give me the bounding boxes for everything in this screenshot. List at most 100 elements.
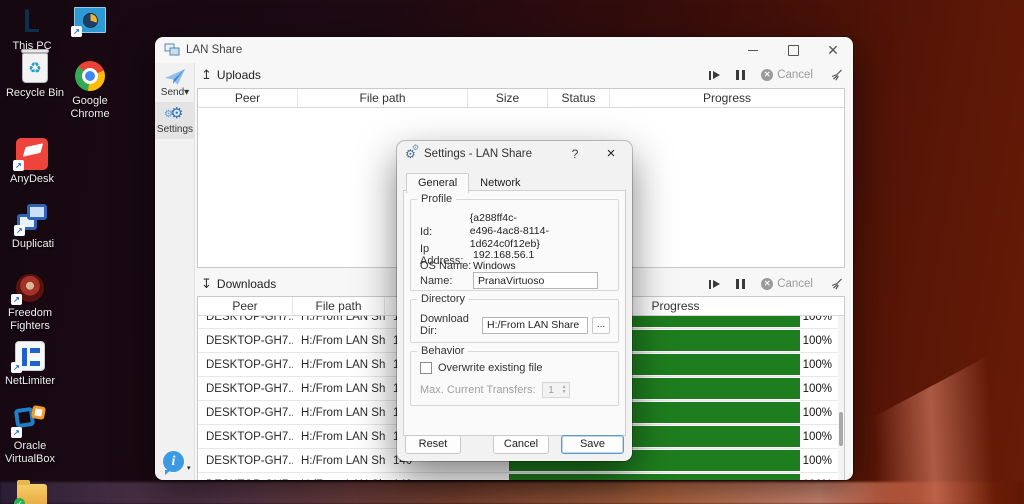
directory-groupbox: Directory Download Dir: ...: [410, 299, 619, 343]
downloads-pause-button[interactable]: [736, 279, 745, 289]
uploads-resume-button[interactable]: [709, 71, 720, 80]
progress-label: 100%: [803, 425, 832, 448]
profile-groupbox: Profile Id: {a288ff4c- e496-4ac8-8114-1d…: [410, 199, 619, 291]
upload-icon: ↥: [201, 69, 212, 81]
desktop-icon-anydesk[interactable]: ↗ AnyDesk: [0, 138, 68, 186]
desktop-icon-label: Oracle VirtualBox: [0, 440, 66, 466]
tab-general[interactable]: General: [406, 173, 469, 193]
cell-peer: DESKTOP-GH7...: [198, 316, 293, 328]
download-dir-label: Download Dir:: [420, 313, 482, 337]
progress-label: 100%: [803, 473, 832, 480]
anydesk-icon: ↗: [15, 138, 49, 170]
downloads-scrollbar[interactable]: [838, 316, 844, 480]
chrome-icon: [73, 60, 107, 92]
desktop-icon-google-chrome[interactable]: Google Chrome: [54, 60, 126, 121]
desktop-icon-label: Google Chrome: [54, 95, 126, 121]
desktop-icon-folder[interactable]: ✓: [0, 479, 68, 504]
download-dir-input[interactable]: [482, 317, 588, 334]
duplicati-icon: ↗: [16, 203, 50, 235]
dialog-title: Settings - LAN Share: [424, 148, 532, 160]
overwrite-checkbox[interactable]: [420, 362, 432, 374]
column-header-size[interactable]: Size: [468, 89, 548, 107]
behavior-legend: Behavior: [417, 345, 468, 357]
max-transfers-label: Max. Current Transfers:: [420, 384, 536, 396]
shortcut-arrow-icon: ↗: [14, 225, 25, 236]
sidebar-item-settings[interactable]: ⚙⚙ Settings: [155, 102, 195, 139]
info-caret-icon[interactable]: ▾: [187, 464, 191, 472]
progress-label: 100%: [803, 401, 832, 424]
directory-legend: Directory: [417, 293, 469, 305]
cell-peer: DESKTOP-GH7...: [198, 449, 293, 472]
progress-label: 100%: [803, 353, 832, 376]
desktop-icon-duplicati[interactable]: ↗ Duplicati: [0, 203, 69, 251]
column-header-file-path[interactable]: File path: [293, 297, 385, 315]
overwrite-label: Overwrite existing file: [438, 362, 543, 374]
spinner-arrows-icon[interactable]: ▲▼: [560, 383, 569, 397]
cancel-button[interactable]: Cancel: [493, 435, 549, 454]
sidebar-item-send[interactable]: Send▾: [155, 63, 195, 102]
os-name-label: OS Name:: [420, 260, 473, 272]
tab-network[interactable]: Network: [469, 174, 531, 192]
dialog-titlebar[interactable]: ⚙⚙ Settings - LAN Share: [397, 141, 632, 167]
cell-file-path: H:/From LAN Share...: [293, 329, 385, 352]
name-input[interactable]: [473, 272, 598, 289]
cell-peer: DESKTOP-GH7...: [198, 473, 293, 480]
window-title: LAN Share: [186, 44, 242, 56]
info-button[interactable]: i: [163, 451, 184, 472]
os-name-value: Windows: [473, 260, 516, 272]
column-header-peer[interactable]: Peer: [198, 297, 293, 315]
table-row[interactable]: DESKTOP-GH7...H:/From LAN Share...140100…: [198, 473, 838, 480]
uploads-cancel-button[interactable]: ✕ Cancel: [761, 69, 813, 81]
close-button[interactable]: ✕: [813, 37, 853, 63]
browse-button[interactable]: ...: [592, 317, 610, 334]
progress-label: 100%: [803, 329, 832, 352]
general-tab-panel: Profile Id: {a288ff4c- e496-4ac8-8114-1d…: [403, 190, 626, 436]
downloads-clear-broom-icon[interactable]: [829, 278, 843, 291]
save-button[interactable]: Save: [561, 435, 624, 454]
maximize-button[interactable]: [773, 37, 813, 63]
max-transfers-spinner[interactable]: 1 ▲▼: [542, 382, 570, 398]
shortcut-arrow-icon: ↗: [11, 427, 22, 438]
virtualbox-icon: ↗: [13, 405, 47, 437]
settings-label: Settings: [157, 124, 193, 135]
cell-peer: DESKTOP-GH7...: [198, 377, 293, 400]
cell-file-path: H:/From LAN Share...: [293, 377, 385, 400]
uploads-table-header: PeerFile pathSizeStatusProgress: [198, 89, 844, 108]
shortcut-arrow-icon: ↗: [11, 362, 22, 373]
progress-label: 100%: [803, 316, 832, 328]
column-header-file-path[interactable]: File path: [298, 89, 468, 107]
desktop-icon-netlimiter[interactable]: ↗ NetLimiter: [0, 340, 66, 388]
desktop-icon-freedom-fighters[interactable]: ↗ Freedom Fighters: [0, 272, 66, 333]
settings-dialog: ⚙⚙ Settings - LAN Share ? × General Netw…: [397, 141, 632, 461]
dialog-help-button[interactable]: ?: [564, 145, 586, 163]
uploads-clear-broom-icon[interactable]: [829, 69, 843, 82]
freedom-fighters-icon: ↗: [13, 272, 47, 304]
uploads-header: ↥ Uploads ✕ Cancel: [201, 66, 843, 84]
minimize-button[interactable]: [733, 37, 773, 63]
progress-label: 100%: [803, 377, 832, 400]
dialog-tabs: General Network: [406, 173, 531, 192]
this-pc-icon: [15, 5, 49, 37]
desktop-icon-label: AnyDesk: [10, 173, 54, 186]
cell-file-path: H:/From LAN Share...: [293, 353, 385, 376]
cell-file-path: H:/From LAN Share...: [293, 425, 385, 448]
desktop-icon-system-monitor[interactable]: ↗: [54, 4, 126, 39]
downloads-resume-button[interactable]: [709, 280, 720, 289]
cell-peer: DESKTOP-GH7...: [198, 425, 293, 448]
send-label: Send▾: [161, 87, 189, 98]
behavior-groupbox: Behavior Overwrite existing file Max. Cu…: [410, 351, 619, 406]
column-header-status[interactable]: Status: [548, 89, 610, 107]
cell-file-path: H:/From LAN Share...: [293, 401, 385, 424]
scrollbar-thumb[interactable]: [839, 412, 843, 446]
reset-button[interactable]: Reset: [405, 435, 461, 454]
downloads-cancel-button[interactable]: ✕ Cancel: [761, 278, 813, 290]
desktop-icon-oracle-virtualbox[interactable]: ↗ Oracle VirtualBox: [0, 405, 66, 466]
downloads-section-label: ↧ Downloads: [201, 277, 276, 291]
cancel-circle-icon: ✕: [761, 278, 773, 290]
column-header-peer[interactable]: Peer: [198, 89, 298, 107]
dialog-close-button[interactable]: ×: [598, 144, 624, 164]
max-transfers-value: 1: [543, 383, 560, 397]
desktop-icon-label: Duplicati: [12, 238, 54, 251]
column-header-progress[interactable]: Progress: [610, 89, 844, 107]
uploads-pause-button[interactable]: [736, 70, 745, 80]
